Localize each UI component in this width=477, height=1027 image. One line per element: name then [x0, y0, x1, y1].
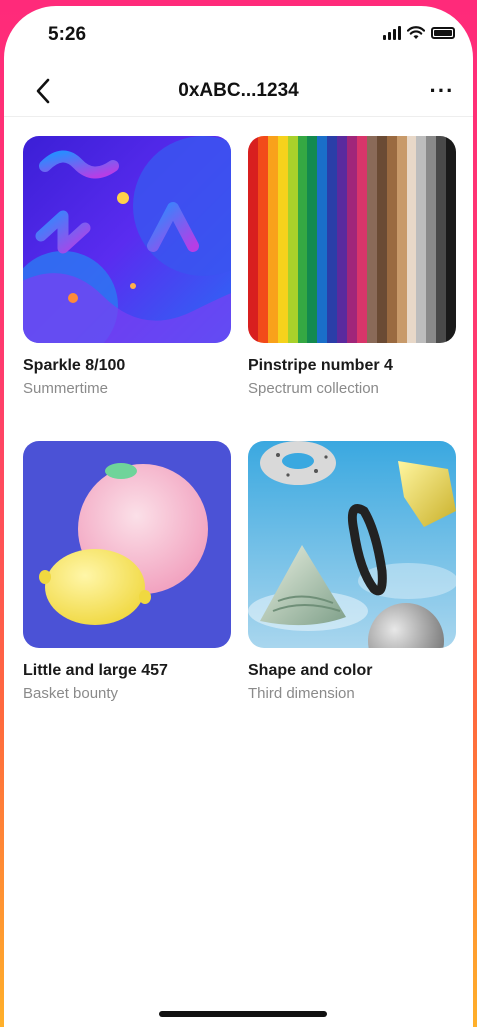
status-icons: [383, 26, 455, 40]
nav-bar: 0xABC...1234 ···: [4, 66, 473, 117]
more-icon: ···: [429, 78, 455, 103]
collectible-subtitle: Spectrum collection: [248, 380, 379, 397]
collectible-title: Little and large 457: [23, 662, 168, 679]
collectible-subtitle: Summertime: [23, 380, 109, 397]
collectible-title: Sparkle 8/100: [23, 357, 126, 374]
collectible-subtitle: Third dimension: [248, 685, 355, 702]
collectible-card-shape-and-color[interactable]: Shape and color Third dimension: [248, 441, 456, 702]
more-button[interactable]: ···: [425, 76, 459, 106]
collectible-card-sparkle[interactable]: Sparkle 8/100 Summertime: [23, 136, 231, 397]
status-time: 5:26: [48, 24, 87, 45]
collectible-image: [248, 136, 456, 343]
collectible-card-little-and-large[interactable]: Little and large 457 Basket bounty: [23, 441, 231, 702]
cellular-signal-icon: [383, 26, 401, 40]
battery-icon: [431, 27, 455, 39]
page-title: 0xABC...1234: [178, 80, 299, 101]
collectible-title: Shape and color: [248, 662, 373, 679]
collectible-subtitle: Basket bounty: [23, 685, 119, 702]
collectible-image: [23, 136, 231, 343]
collectible-card-pinstripe[interactable]: Pinstripe number 4 Spectrum collection: [248, 136, 456, 397]
phone-screen: 5:26 0xABC...1234 ··· Sparkle 8/100 Summ…: [4, 6, 473, 1027]
home-indicator[interactable]: [159, 1011, 327, 1017]
collectible-title: Pinstripe number 4: [248, 357, 393, 374]
wifi-icon: [407, 26, 425, 39]
status-bar: 5:26: [4, 6, 473, 66]
collectible-image: [248, 441, 456, 648]
collectible-image: [23, 441, 231, 648]
